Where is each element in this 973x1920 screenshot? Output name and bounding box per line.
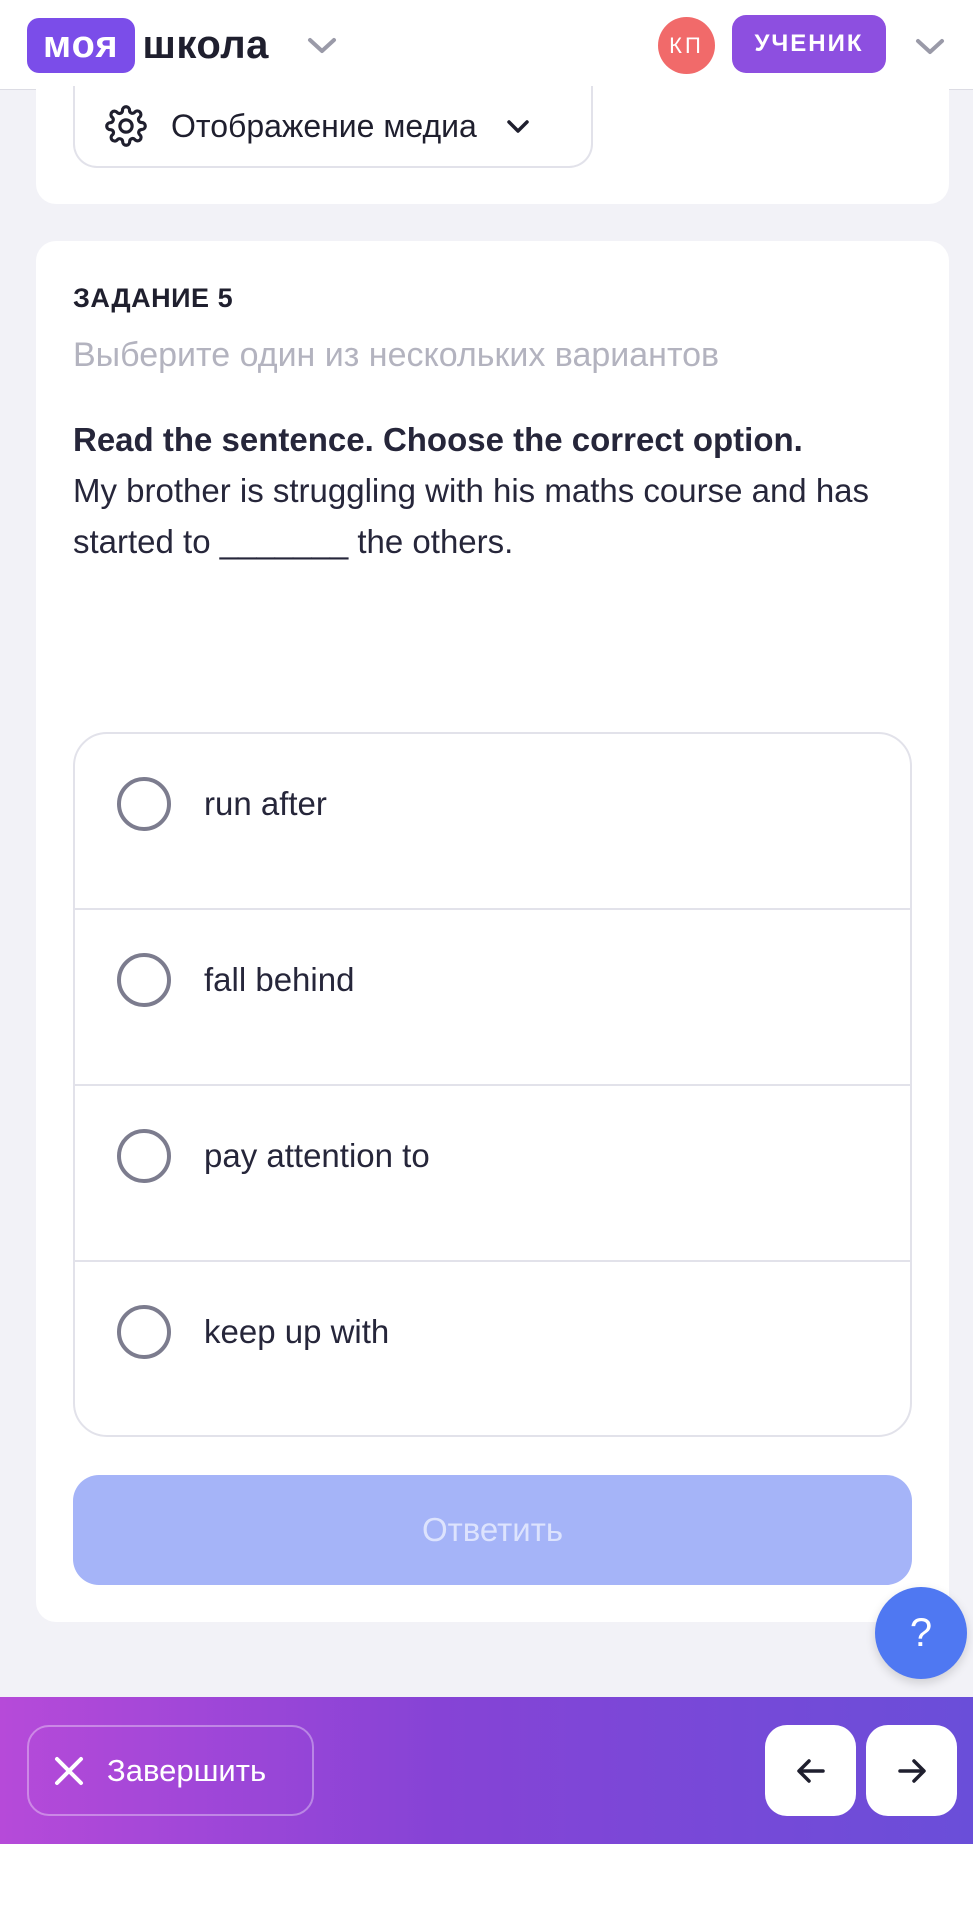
media-display-button[interactable]: Отображение медиа [73,86,593,168]
answer-option[interactable]: keep up with [75,1262,910,1435]
chevron-down-icon[interactable] [305,30,339,60]
answer-option[interactable]: pay attention to [75,1086,910,1262]
logo[interactable]: моя школа [27,18,269,73]
task-number: ЗАДАНИЕ 5 [73,283,234,313]
close-icon [55,1756,83,1785]
radio-button[interactable] [117,1129,171,1183]
logo-wordmark: школа [142,23,269,67]
arrow-left-icon [796,1758,825,1783]
media-display-label: Отображение медиа [171,107,477,144]
answer-options: run after fall behind pay attention to k… [73,732,912,1437]
help-button[interactable]: ? [875,1587,967,1679]
radio-button[interactable] [117,1305,171,1359]
answer-option[interactable]: fall behind [75,910,910,1086]
task-prompt-heading: Read the sentence. Choose the correct op… [73,421,803,458]
gear-icon [105,105,147,147]
answer-option-label: pay attention to [204,1137,430,1174]
answer-option-label: keep up with [204,1313,390,1350]
task-instruction: Выберите один из нескольких вариантов [73,336,720,374]
previous-task-button[interactable] [765,1725,856,1816]
answer-option-label: run after [204,785,327,822]
avatar[interactable]: КП [658,17,715,74]
finish-label: Завершить [107,1752,267,1788]
submit-answer-button[interactable]: Ответить [73,1475,912,1585]
finish-button[interactable]: Завершить [27,1725,314,1816]
chevron-down-icon [507,120,529,133]
bottom-safe-area [0,1844,973,1920]
arrow-right-icon [897,1758,926,1783]
radio-button[interactable] [117,777,171,831]
top-header: моя школа КП УЧЕНИК [0,0,973,90]
answer-option-label: fall behind [204,961,355,998]
role-badge[interactable]: УЧЕНИК [732,15,886,73]
radio-button[interactable] [117,953,171,1007]
answer-option[interactable]: run after [75,734,910,910]
task-prompt: Read the sentence. Choose the correct op… [73,414,903,567]
chevron-down-icon[interactable] [913,31,947,61]
task-prompt-sentence: My brother is struggling with his maths … [73,472,870,560]
next-task-button[interactable] [866,1725,957,1816]
logo-badge: моя [27,18,135,73]
